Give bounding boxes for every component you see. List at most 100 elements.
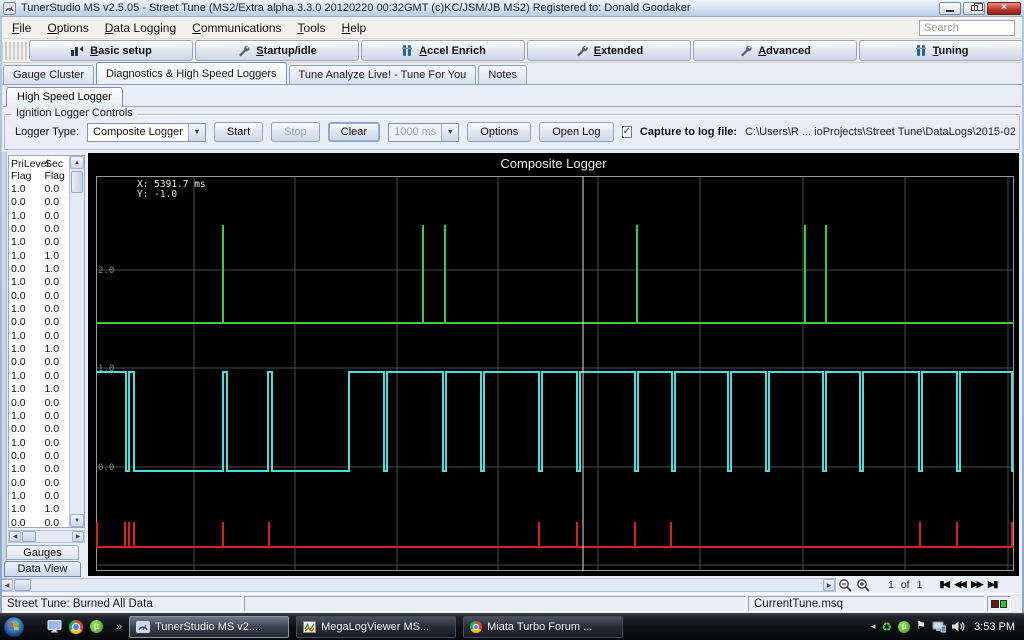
minimize-icon — [946, 9, 954, 12]
gauges-button[interactable]: Gauges — [6, 545, 79, 560]
tx-led-icon — [999, 600, 1007, 608]
rewind-button[interactable]: ◀◀ — [952, 579, 967, 590]
composite-logger-plot[interactable]: 2.01.00.0X: 5391.7 msY: -1.0 — [96, 176, 1014, 571]
chevron-down-icon[interactable]: ▼ — [187, 123, 205, 141]
sec-flag-value: 0.0 — [44, 209, 60, 222]
capture-path: C:\Users\R ... ioProjects\Street Tune\Da… — [745, 126, 1015, 138]
scroll-right-icon[interactable]: ▶ — [72, 531, 84, 542]
prilevel-flag-value: 1.0 — [11, 236, 26, 249]
table-horizontal-scrollbar[interactable]: ◀ ▶ — [8, 530, 85, 543]
sec-flag-value: 0.0 — [44, 409, 60, 422]
skip-first-button[interactable]: ▮◀ — [937, 579, 950, 590]
extended-button[interactable]: Extended — [527, 40, 691, 61]
start-button[interactable]: Start — [213, 122, 264, 142]
recycle-icon[interactable]: ♻ — [881, 621, 892, 633]
taskbar-item-miata-turbo-forum[interactable]: Miata Turbo Forum ... — [463, 615, 624, 638]
gauge-icon — [400, 44, 413, 57]
scroll-right-icon[interactable]: ▶ — [823, 579, 835, 591]
wrench-icon — [575, 44, 588, 57]
tab-diagnostics-high-speed-loggers[interactable]: Diagnostics & High Speed Loggers — [95, 62, 287, 84]
tab-gauge-cluster[interactable]: Gauge Cluster — [3, 65, 94, 84]
display-icon[interactable] — [47, 620, 62, 633]
tab-high-speed-logger[interactable]: High Speed Logger — [6, 87, 123, 107]
start-button[interactable] — [3, 615, 25, 638]
table-row: 0.0 0.0 — [9, 290, 70, 303]
capture-checkbox[interactable]: ✓ — [621, 126, 632, 138]
sec-flag-value: 0.0 — [44, 423, 60, 436]
chrome-icon[interactable] — [69, 619, 83, 634]
sec-flag-value: 0.0 — [44, 489, 60, 502]
sec-flag-value: 0.0 — [44, 396, 60, 409]
logger-type-select[interactable]: Composite Logger ▼ — [87, 122, 206, 142]
taskbar-item-tunerstudio-ms-v2[interactable]: TunerStudio MS v2.... — [129, 615, 290, 638]
zoom-in-icon[interactable] — [856, 578, 871, 592]
prilevel-flag-value: 0.0 — [11, 423, 26, 436]
tuning-label: Tuning — [932, 44, 969, 57]
menu-tools[interactable]: Tools — [290, 19, 334, 37]
scroll-left-icon[interactable]: ◀ — [9, 531, 21, 542]
toolbar-drag-handle[interactable] — [1, 41, 27, 60]
tray-expand-chevron[interactable]: ◂ — [871, 621, 876, 632]
options-button[interactable]: Options — [467, 122, 532, 142]
action-center-flag-icon[interactable]: ⚑ — [916, 621, 926, 632]
scrollbar-thumb[interactable] — [71, 171, 83, 193]
scroll-down-icon[interactable]: ▼ — [70, 514, 84, 527]
table-row: 1.0 1.0 — [9, 250, 70, 263]
tuning-button[interactable]: Tuning — [859, 40, 1023, 61]
menu-communications[interactable]: Communications — [184, 19, 289, 37]
table-row: 1.0 0.0 — [9, 303, 70, 316]
clock[interactable]: 3:53 PM — [974, 621, 1015, 633]
close-icon: × — [1001, 2, 1007, 13]
advanced-button[interactable]: Advanced — [693, 40, 857, 61]
interval-select[interactable]: 1000 ms ▼ — [388, 122, 460, 142]
utorrent-tray-icon[interactable]: µ — [898, 620, 911, 633]
volume-icon[interactable] — [952, 621, 965, 632]
taskbar-item-megalogviewer-ms[interactable]: MegaLogViewer MS... — [296, 615, 457, 638]
scroll-left-icon[interactable]: ◀ — [1, 579, 13, 591]
network-icon[interactable] — [932, 621, 947, 633]
data-view-button[interactable]: Data View — [4, 561, 81, 577]
sec-flag-value: 1.0 — [44, 383, 60, 396]
flag-table-header: PriLevel Sec Flag Flag — [9, 156, 70, 183]
scrollbar-thumb[interactable] — [14, 579, 31, 591]
scrollbar-thumb[interactable] — [22, 531, 36, 542]
accel-enrich-button[interactable]: Accel Enrich — [361, 40, 525, 61]
search-input[interactable] — [919, 20, 1015, 36]
menu-data-logging[interactable]: Data Logging — [97, 19, 184, 37]
forward-button[interactable]: ▶▶ — [969, 579, 984, 590]
taskbar-item-label: MegaLogViewer MS... — [321, 620, 430, 633]
table-row: 0.0 0.0 — [9, 450, 70, 463]
open-log-button[interactable]: Open Log — [539, 122, 614, 142]
restore-button[interactable] — [963, 1, 985, 15]
prilevel-flag-value: 1.0 — [11, 303, 26, 316]
ignition-logger-controls-group: Ignition Logger Controls Logger Type: Co… — [4, 107, 1020, 150]
startup-idle-button[interactable]: Startup/idle — [195, 40, 359, 61]
minimize-button[interactable] — [939, 1, 961, 15]
basic-setup-button[interactable]: Basic setup — [29, 40, 193, 61]
y-axis-label: 2.0 — [98, 266, 114, 276]
close-button[interactable]: × — [987, 1, 1021, 15]
tab-tune-analyze-live-tune-for-you[interactable]: Tune Analyze Live! - Tune For You — [288, 65, 477, 84]
window-title: TunerStudio MS v2.5.05 - Street Tune (MS… — [21, 2, 691, 14]
rx-led-icon — [991, 600, 999, 608]
prilevel-flag-value: 1.0 — [11, 329, 26, 342]
wrench-icon — [739, 44, 752, 57]
table-row: 1.0 0.0 — [9, 276, 70, 289]
stop-button[interactable]: Stop — [271, 122, 320, 142]
prilevel-flag-value: 0.0 — [11, 196, 26, 209]
tab-notes[interactable]: Notes — [478, 65, 528, 84]
startup-idle-label: Startup/idle — [256, 44, 317, 57]
menu-help[interactable]: Help — [334, 19, 375, 37]
table-row: 1.0 0.0 — [9, 236, 70, 249]
table-vertical-scrollbar[interactable]: ▲ ▼ — [69, 156, 84, 527]
scroll-up-icon[interactable]: ▲ — [70, 156, 84, 169]
sec-flag-value: 0.0 — [44, 236, 60, 249]
chart-horizontal-scrollbar[interactable]: ◀ ▶ — [0, 578, 836, 592]
sec-flag-value: 1.0 — [44, 263, 60, 276]
menu-options[interactable]: Options — [39, 19, 96, 37]
utorrent-icon[interactable]: µ — [90, 620, 103, 633]
skip-last-button[interactable]: ▶▮ — [986, 579, 999, 590]
menu-file[interactable]: File — [4, 19, 39, 37]
zoom-out-icon[interactable] — [838, 578, 853, 592]
clear-button[interactable]: Clear — [327, 122, 381, 142]
